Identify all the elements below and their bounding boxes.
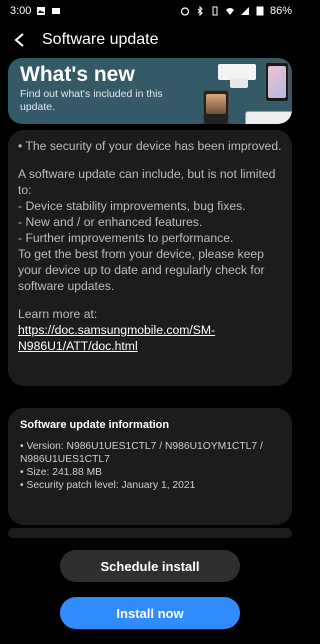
back-arrow-icon bbox=[14, 33, 24, 47]
documentation-link[interactable]: https://doc.samsungmobile.com/SM-N986U1/… bbox=[18, 323, 215, 353]
notes-line: - New and / or enhanced features. bbox=[18, 215, 203, 229]
learn-more-label: Learn more at: bbox=[18, 307, 98, 321]
release-notes-card: • The security of your device has been i… bbox=[8, 130, 292, 386]
update-security-patch: • Security patch level: January 1, 2021 bbox=[20, 480, 196, 491]
update-info-list: • Version: N986U1UES1CTL7 / N986U1OYM1CT… bbox=[20, 440, 282, 492]
collapsed-card bbox=[8, 528, 292, 538]
whats-new-title: What's new bbox=[20, 63, 135, 86]
wifi-icon bbox=[225, 8, 234, 15]
phone-image bbox=[245, 111, 292, 124]
notes-line: • The security of your device has been i… bbox=[18, 139, 282, 153]
release-notes: • The security of your device has been i… bbox=[18, 138, 284, 354]
battery-percent: 86% bbox=[269, 5, 292, 17]
signal-icon bbox=[240, 7, 249, 15]
battery-icon bbox=[256, 6, 264, 16]
status-time: 3:00 bbox=[10, 5, 32, 17]
update-version: • Version: N986U1UES1CTL7 / N986U1OYM1CT… bbox=[20, 441, 263, 465]
status-left: 3:00 bbox=[0, 5, 61, 17]
update-size: • Size: 241.88 MB bbox=[20, 467, 103, 478]
page-title: Software update bbox=[42, 31, 159, 48]
notes-line: To get the best from your device, please… bbox=[18, 247, 265, 293]
status-bar: 3:00 86% bbox=[0, 0, 300, 22]
whats-new-banner: What's new Find out what's included in t… bbox=[8, 58, 292, 124]
bluetooth-icon bbox=[197, 6, 203, 16]
update-info-title: Software update information bbox=[20, 419, 170, 431]
mail-notification-icon bbox=[52, 8, 61, 14]
notes-line: A software update can include, but is no… bbox=[18, 167, 276, 197]
app-header: Software update bbox=[0, 22, 300, 58]
phone-image bbox=[265, 62, 289, 102]
back-button[interactable] bbox=[0, 22, 40, 58]
whats-new-subtitle: Find out what's included in this update. bbox=[20, 88, 163, 113]
promo-card-image bbox=[230, 78, 248, 88]
phone-image bbox=[203, 90, 229, 124]
vibrate-icon bbox=[212, 6, 218, 16]
schedule-install-button[interactable]: Schedule install bbox=[60, 550, 240, 582]
status-right: 86% bbox=[180, 5, 300, 17]
notes-line: - Device stability improvements, bug fix… bbox=[18, 199, 246, 213]
update-info-card: Software update information • Version: N… bbox=[8, 408, 292, 525]
photo-notification-icon bbox=[37, 7, 46, 15]
notes-line: - Further improvements to performance. bbox=[18, 231, 234, 245]
install-now-button[interactable]: Install now bbox=[60, 597, 240, 629]
alarm-icon bbox=[180, 7, 190, 16]
